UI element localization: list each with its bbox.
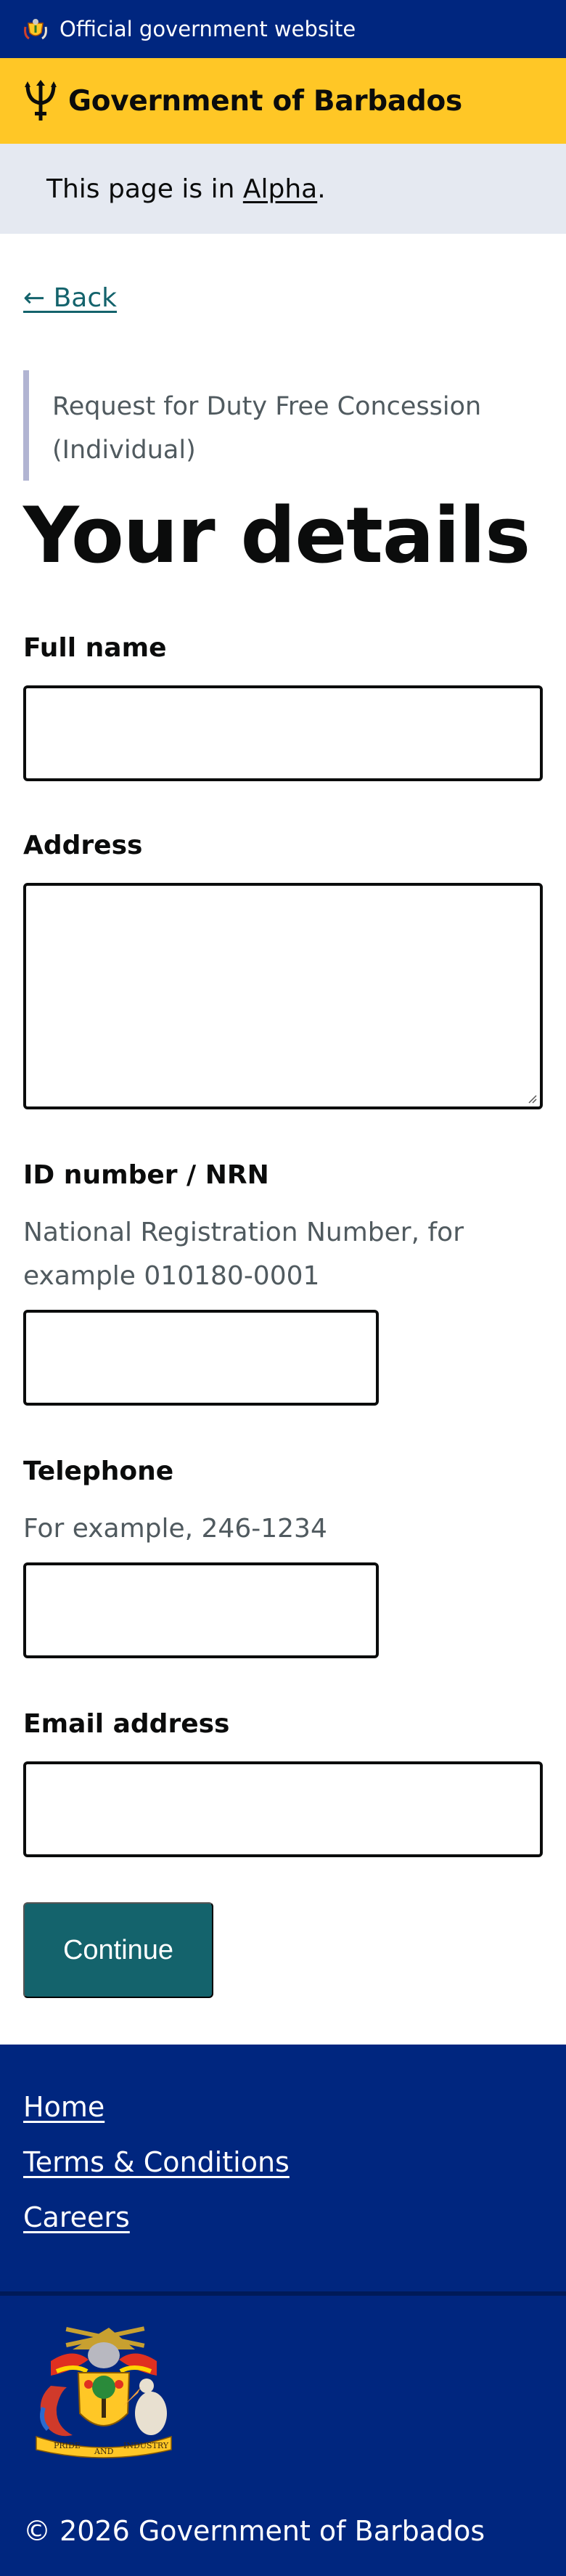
site-footer: Home Terms & Conditions Careers PRIDE AN… — [0, 2045, 566, 2576]
id-number-hint: National Registration Number, for exampl… — [23, 1218, 464, 1291]
id-number-input[interactable] — [23, 1310, 379, 1406]
motto-text-and: AND — [94, 2447, 114, 2456]
full-name-input[interactable] — [23, 685, 543, 781]
id-number-label: ID number / NRN — [23, 1160, 269, 1190]
alpha-link[interactable]: Alpha — [243, 174, 317, 204]
resize-handle-icon[interactable] — [527, 1093, 537, 1104]
telephone-input[interactable] — [23, 1562, 379, 1658]
footer-link-terms[interactable]: Terms & Conditions — [23, 2146, 290, 2178]
barbados-coat-of-arms-icon: PRIDE AND INDUSTRY — [36, 2326, 172, 2458]
telephone-hint: For example, 246-1234 — [23, 1514, 327, 1544]
phase-banner-prefix: This page is in — [46, 174, 235, 204]
email-input[interactable] — [23, 1761, 543, 1857]
address-textarea[interactable] — [23, 883, 543, 1109]
coat-of-arms-icon — [24, 19, 47, 40]
full-name-label: Full name — [23, 633, 167, 663]
phase-banner-suffix: . — [317, 174, 326, 204]
address-label: Address — [23, 831, 143, 860]
trident-icon — [25, 80, 57, 121]
telephone-label: Telephone — [23, 1456, 174, 1486]
official-banner: Official government website — [0, 0, 566, 58]
phase-banner: This page is in Alpha. — [0, 144, 566, 234]
page-title: Your details — [23, 491, 530, 580]
form-caption: Request for Duty Free Concession (Indivi… — [23, 370, 543, 481]
email-label: Email address — [23, 1709, 230, 1739]
government-name: Government of Barbados — [68, 84, 462, 118]
motto-text-industry: INDUSTRY — [123, 2441, 169, 2450]
official-website-text: Official government website — [60, 17, 356, 41]
footer-divider — [0, 2291, 566, 2296]
copyright-text: © 2026 Government of Barbados — [23, 2515, 485, 2547]
continue-button[interactable]: Continue — [23, 1902, 213, 1998]
motto-text-pride: PRIDE — [54, 2441, 81, 2450]
brand-header: Government of Barbados — [0, 58, 566, 144]
footer-link-home[interactable]: Home — [23, 2091, 104, 2123]
back-link[interactable]: ← Back — [23, 283, 117, 313]
footer-link-careers[interactable]: Careers — [23, 2201, 130, 2233]
